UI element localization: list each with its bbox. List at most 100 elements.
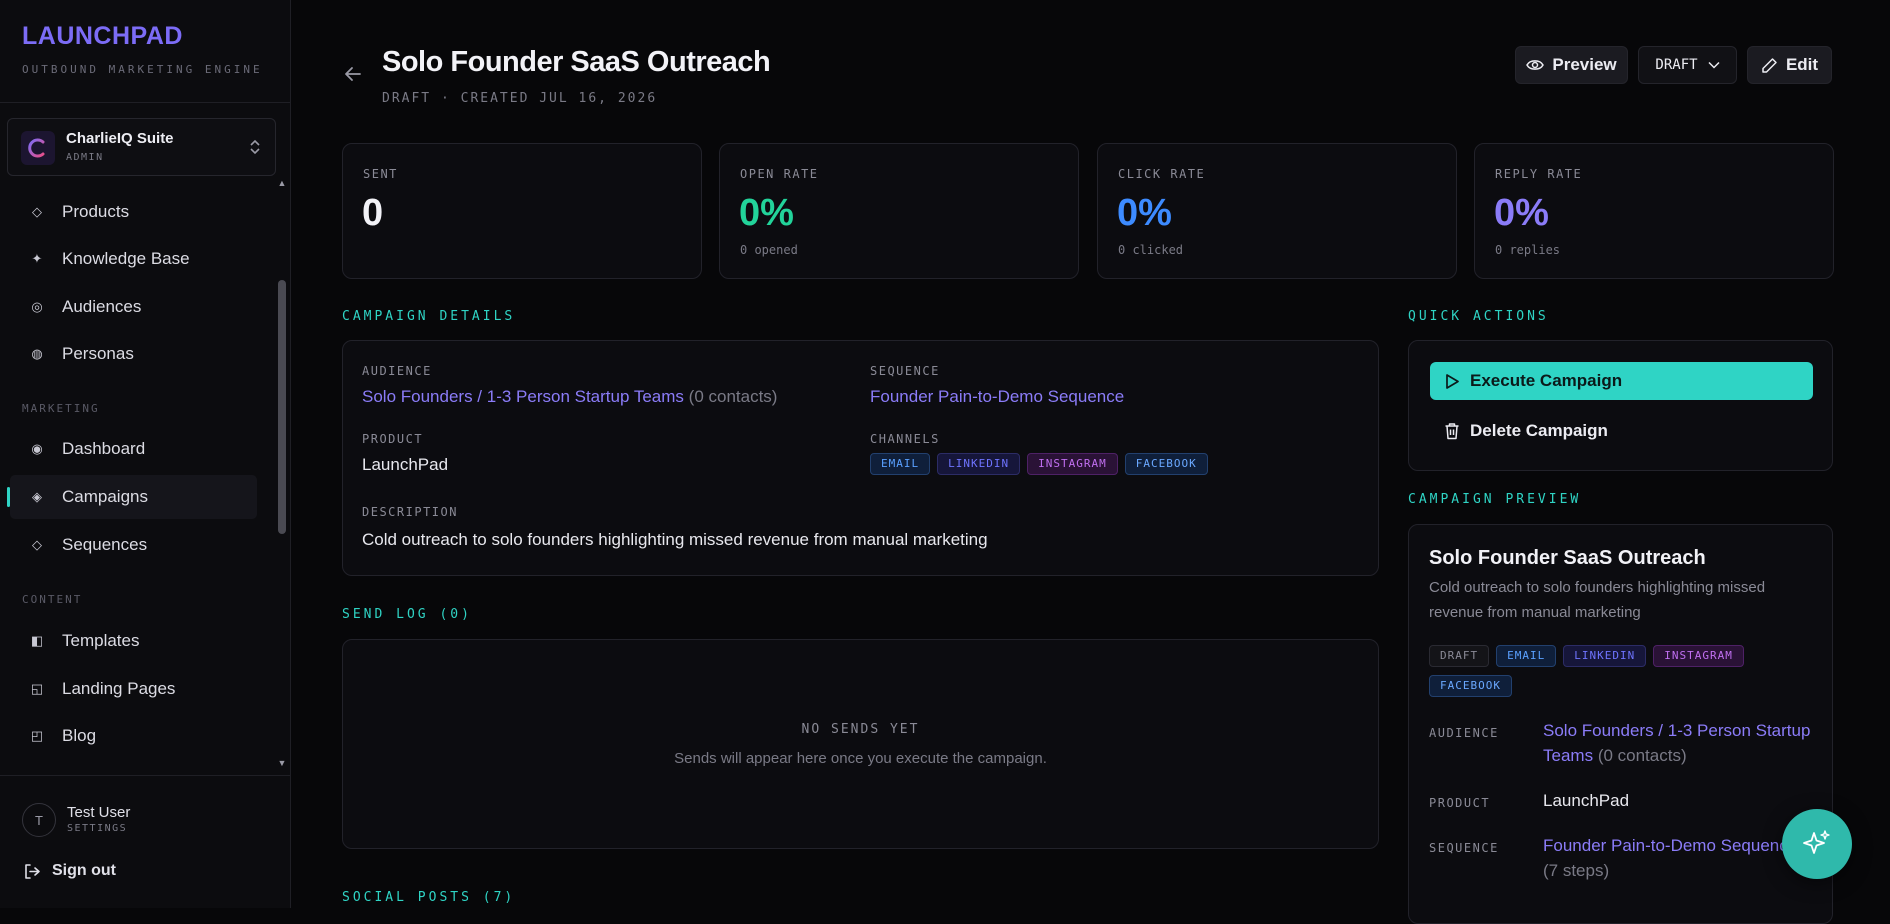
audience-link[interactable]: Solo Founders / 1-3 Person Startup Teams xyxy=(362,387,684,406)
edit-button-label: Edit xyxy=(1785,55,1819,74)
stat-card-click-rate: CLICK RATE 0% 0 clicked xyxy=(1097,143,1457,279)
stat-value: 0% xyxy=(1494,192,1549,234)
delete-campaign-label: Delete Campaign xyxy=(1470,421,1608,440)
status-badge: DRAFT xyxy=(1429,645,1490,667)
sidebar-item-label: Products xyxy=(62,202,130,221)
sidebar-item-audiences[interactable]: ◎ Audiences xyxy=(10,285,257,329)
sidebar-item-campaigns[interactable]: ◈ Campaigns xyxy=(7,475,257,519)
stat-card-reply-rate: REPLY RATE 0% 0 replies xyxy=(1474,143,1834,279)
preview-sequence-link[interactable]: Founder Pain-to-Demo Sequence xyxy=(1543,836,1797,856)
preview-audience-label: AUDIENCE xyxy=(1429,726,1499,740)
channel-chip-instagram: INSTAGRAM xyxy=(1027,453,1118,475)
ai-assistant-button[interactable] xyxy=(1782,809,1852,879)
sidebar-item-dashboard[interactable]: ◉ Dashboard xyxy=(10,427,257,471)
preview-audience-link-2[interactable]: Teams xyxy=(1543,746,1593,765)
sidebar-item-products[interactable]: ◇ Products xyxy=(10,190,257,234)
scroll-up-icon[interactable]: ▲ xyxy=(276,178,288,192)
arrow-left-icon xyxy=(345,67,361,81)
user-settings-label: SETTINGS xyxy=(67,823,128,834)
description-value: Cold outreach to solo founders highlight… xyxy=(362,530,988,549)
sparkles-icon xyxy=(1803,830,1830,854)
stat-sub: 0 clicked xyxy=(1118,243,1184,257)
avatar: T xyxy=(22,803,56,837)
preview-button[interactable]: Preview xyxy=(1515,46,1628,84)
sidebar-item-knowledge-base[interactable]: ✦ Knowledge Base xyxy=(10,237,257,281)
stat-label: OPEN RATE xyxy=(740,167,819,181)
channel-chip-linkedin: LINKEDIN xyxy=(937,453,1021,475)
execute-campaign-label: Execute Campaign xyxy=(1470,371,1623,390)
preview-sequence-label: SEQUENCE xyxy=(1429,841,1499,855)
edit-button[interactable]: Edit xyxy=(1747,46,1832,84)
diamond-outline-icon: ◇ xyxy=(32,204,42,219)
back-button[interactable] xyxy=(343,64,363,89)
sidebar-item-label: Campaigns xyxy=(62,487,148,506)
user-name: Test User xyxy=(67,804,131,821)
description-label: DESCRIPTION xyxy=(362,505,458,519)
empty-state-title: NO SENDS YET xyxy=(801,722,920,737)
send-log-title: SEND LOG (0) xyxy=(342,607,472,622)
channels-label: CHANNELS xyxy=(870,432,940,446)
stat-value: 0% xyxy=(739,192,794,234)
product-label: PRODUCT xyxy=(362,432,424,446)
sidebar: LAUNCHPAD OUTBOUND MARKETING ENGINE Char… xyxy=(0,0,291,908)
campaign-details-title: CAMPAIGN DETAILS xyxy=(342,309,516,324)
send-log-card: NO SENDS YET Sends will appear here once… xyxy=(342,639,1379,849)
preview-title: Solo Founder SaaS Outreach xyxy=(1429,547,1706,569)
status-select-value: DRAFT xyxy=(1655,57,1698,73)
sidebar-divider xyxy=(0,102,290,103)
nav-section-marketing: MARKETING xyxy=(22,402,100,415)
sidebar-item-landing-pages[interactable]: ◱ Landing Pages xyxy=(10,667,257,711)
sidebar-item-personas[interactable]: ◍ Personas xyxy=(10,332,257,376)
channel-chip-email: EMAIL xyxy=(870,453,931,475)
quick-actions-card: Execute Campaign Delete Campaign xyxy=(1408,340,1833,471)
execute-campaign-button[interactable]: Execute Campaign xyxy=(1430,362,1813,400)
org-switcher[interactable]: CharlieIQ Suite ADMIN xyxy=(7,118,276,176)
sidebar-item-templates[interactable]: ◧ Templates xyxy=(10,619,257,663)
preview-chips: DRAFT EMAIL LINKEDIN INSTAGRAM FACEBOOK xyxy=(1429,645,1819,697)
sign-out-button[interactable]: Sign out xyxy=(24,862,116,880)
preview-product-value: LaunchPad xyxy=(1543,791,1630,810)
product-value: LaunchPad xyxy=(362,455,449,474)
stat-label: SENT xyxy=(363,167,398,181)
empty-state-subtitle: Sends will appear here once you execute … xyxy=(674,750,1047,767)
sidebar-scrollbar[interactable]: ▲ ▼ xyxy=(276,178,288,772)
blog-icon: ◰ xyxy=(30,728,44,743)
chevron-down-icon xyxy=(1708,61,1720,69)
preview-sequence-steps: (7 steps) xyxy=(1543,861,1610,880)
scrollbar-thumb[interactable] xyxy=(278,280,286,534)
channel-chip-instagram: INSTAGRAM xyxy=(1653,645,1744,667)
sidebar-item-blog[interactable]: ◰ Blog xyxy=(10,714,257,758)
campaign-preview-card: Solo Founder SaaS Outreach Cold outreach… xyxy=(1408,524,1833,924)
brand: LAUNCHPAD OUTBOUND MARKETING ENGINE xyxy=(22,22,263,76)
preview-product-label: PRODUCT xyxy=(1429,796,1491,810)
preview-description-line-2: revenue from manual marketing xyxy=(1429,604,1641,621)
brand-subtitle: OUTBOUND MARKETING ENGINE xyxy=(22,63,263,76)
sparkle-icon: ✦ xyxy=(31,251,43,266)
channel-chip-linkedin: LINKEDIN xyxy=(1563,645,1647,667)
sidebar-item-label: Personas xyxy=(62,344,134,363)
org-role: ADMIN xyxy=(66,152,104,163)
chevron-updown-icon xyxy=(249,138,261,161)
org-logo-icon xyxy=(21,131,55,165)
sidebar-item-sequences[interactable]: ◇ Sequences xyxy=(10,523,257,567)
target-icon: ◎ xyxy=(31,299,43,314)
stat-value: 0 xyxy=(362,192,384,234)
sidebar-item-label: Blog xyxy=(62,726,97,745)
sign-out-icon xyxy=(25,863,40,879)
sidebar-nav: ◇ Products ✦ Knowledge Base ◎ Audiences … xyxy=(0,180,268,772)
delete-campaign-button[interactable]: Delete Campaign xyxy=(1430,413,1608,449)
sequence-link[interactable]: Founder Pain-to-Demo Sequence xyxy=(870,387,1124,407)
campaign-details-card: AUDIENCE Solo Founders / 1-3 Person Star… xyxy=(342,340,1379,576)
preview-audience-link[interactable]: Solo Founders / 1-3 Person Startup xyxy=(1543,721,1810,741)
channels-list: EMAIL LINKEDIN INSTAGRAM FACEBOOK xyxy=(870,452,1215,475)
channel-chip-facebook: FACEBOOK xyxy=(1124,453,1208,475)
quick-actions-title: QUICK ACTIONS xyxy=(1408,309,1549,324)
stat-card-open-rate: OPEN RATE 0% 0 opened xyxy=(719,143,1079,279)
scroll-down-icon[interactable]: ▼ xyxy=(276,758,288,772)
page-subtitle: DRAFT · CREATED JUL 16, 2026 xyxy=(382,91,658,106)
sidebar-divider xyxy=(0,775,290,776)
status-select[interactable]: DRAFT xyxy=(1638,46,1737,84)
stat-card-sent: SENT 0 xyxy=(342,143,702,279)
sign-out-label: Sign out xyxy=(52,862,116,879)
trash-icon xyxy=(1445,423,1459,440)
